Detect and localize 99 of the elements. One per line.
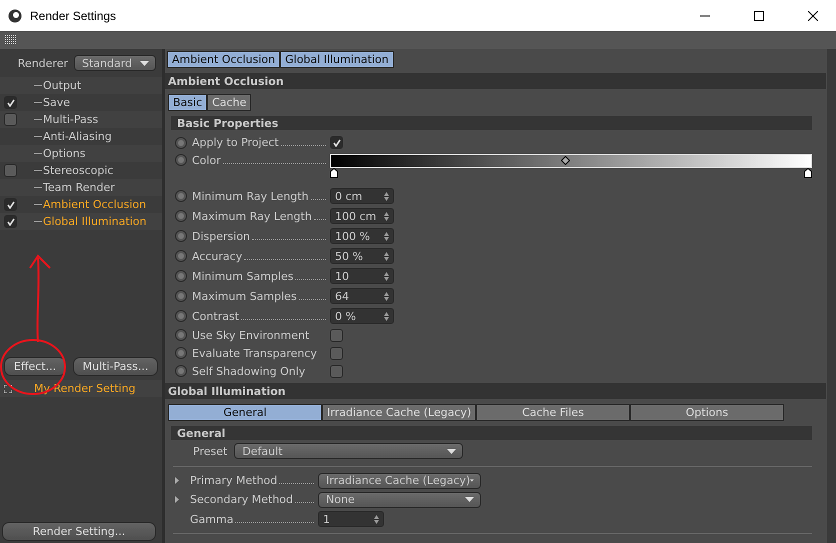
- checkbox[interactable]: [4, 215, 17, 228]
- check-icon: [6, 200, 14, 208]
- settings-list-item[interactable]: Options: [0, 145, 162, 162]
- checkbox[interactable]: [330, 328, 343, 342]
- keyframe-icon[interactable]: [175, 250, 187, 262]
- maximize-icon: [754, 10, 764, 20]
- effect-button[interactable]: Effect...: [4, 357, 66, 376]
- field-label: Dispersion: [192, 230, 250, 242]
- number-field[interactable]: 0 cm: [330, 188, 394, 204]
- settings-list-item[interactable]: Multi-Pass: [0, 111, 162, 128]
- renderer-label: Renderer: [18, 56, 68, 70]
- check-icon: [6, 218, 14, 226]
- render-setting-button[interactable]: Render Setting...: [2, 522, 156, 541]
- expand-icon[interactable]: [4, 384, 12, 392]
- number-field[interactable]: 1: [318, 511, 384, 527]
- checkbox[interactable]: [330, 346, 343, 360]
- number-field[interactable]: 10: [330, 268, 394, 284]
- checkbox[interactable]: [330, 136, 343, 149]
- settings-list-item[interactable]: Output: [0, 77, 162, 94]
- keyframe-icon[interactable]: [175, 290, 187, 302]
- caret-icon: [465, 497, 474, 502]
- tab[interactable]: Irradiance Cache (Legacy): [322, 404, 476, 421]
- close-icon: [808, 10, 818, 20]
- number-field[interactable]: 0 %: [330, 308, 394, 324]
- settings-list-item[interactable]: Global Illumination: [0, 213, 162, 230]
- field-label: Primary Method: [190, 474, 278, 487]
- preset-label: Preset: [193, 444, 228, 458]
- section-tab[interactable]: Global Illumination: [280, 51, 394, 68]
- section-header: Ambient Occlusion: [165, 73, 826, 89]
- field-label: Maximum Samples: [192, 290, 297, 302]
- section-header: Global Illumination: [165, 383, 826, 399]
- app-icon: [8, 8, 22, 22]
- settings-list-item[interactable]: Team Render: [0, 179, 162, 196]
- tab[interactable]: Options: [630, 404, 784, 421]
- tab[interactable]: General: [168, 404, 322, 421]
- field-label: Minimum Ray Length: [192, 190, 309, 202]
- spin-arrows-icon[interactable]: [384, 192, 389, 200]
- window-title: Render Settings: [30, 8, 118, 22]
- color-gradient[interactable]: [330, 154, 812, 180]
- spin-arrows-icon[interactable]: [374, 514, 379, 524]
- number-field[interactable]: 100 cm: [330, 208, 394, 224]
- expand-arrow-icon[interactable]: [175, 496, 179, 503]
- spin-arrows-icon[interactable]: [384, 212, 389, 220]
- scrollbar[interactable]: [827, 49, 836, 543]
- check-icon: [332, 138, 340, 146]
- renderer-dropdown[interactable]: Standard: [74, 55, 156, 71]
- field-label: Use Sky Environment: [192, 328, 310, 342]
- field-label: Gamma: [190, 512, 234, 526]
- spin-arrows-icon[interactable]: [384, 232, 389, 240]
- method-dropdown[interactable]: Irradiance Cache (Legacy): [318, 472, 481, 488]
- section-tab[interactable]: Ambient Occlusion: [167, 51, 280, 68]
- field-label: Secondary Method: [190, 493, 294, 506]
- caret-icon: [447, 448, 456, 454]
- keyframe-icon[interactable]: [175, 365, 187, 377]
- grip-icon[interactable]: [5, 35, 17, 45]
- spin-arrows-icon[interactable]: [384, 272, 389, 280]
- field-label: Maximum Ray Length: [192, 210, 312, 222]
- spin-arrows-icon[interactable]: [384, 252, 389, 260]
- keyframe-icon[interactable]: [175, 270, 187, 282]
- method-dropdown[interactable]: None: [318, 492, 481, 508]
- multi-pass-button[interactable]: Multi-Pass...: [73, 357, 158, 376]
- keyframe-icon[interactable]: [175, 310, 187, 322]
- checkbox[interactable]: [4, 198, 17, 211]
- check-icon: [6, 98, 14, 106]
- checkbox[interactable]: [4, 96, 17, 109]
- field-label: Contrast: [192, 310, 240, 322]
- field-label: Evaluate Transparency: [192, 346, 317, 360]
- keyframe-icon[interactable]: [175, 190, 187, 202]
- tab[interactable]: Cache: [207, 94, 252, 111]
- field-label: Minimum Samples: [192, 270, 294, 282]
- field-label: Color: [192, 154, 221, 167]
- number-field[interactable]: 50 %: [330, 248, 394, 264]
- caret-icon: [140, 60, 149, 66]
- checkbox[interactable]: [330, 364, 343, 378]
- field-label: Accuracy: [192, 250, 242, 262]
- expand-arrow-icon[interactable]: [175, 477, 179, 484]
- tab[interactable]: Basic: [168, 94, 208, 111]
- keyframe-icon[interactable]: [175, 136, 187, 148]
- number-field[interactable]: 100 %: [330, 228, 394, 244]
- group-header: General: [171, 426, 812, 440]
- color-stop-icon[interactable]: [804, 168, 812, 178]
- keyframe-icon[interactable]: [175, 210, 187, 222]
- checkbox[interactable]: [4, 164, 17, 177]
- keyframe-icon[interactable]: [175, 347, 187, 359]
- group-header: Basic Properties: [171, 116, 812, 130]
- checkbox[interactable]: [4, 113, 17, 126]
- number-field[interactable]: 64: [330, 288, 394, 304]
- caret-icon: [470, 478, 474, 483]
- spin-arrows-icon[interactable]: [384, 292, 389, 300]
- gradient-knot-icon[interactable]: [561, 156, 570, 165]
- color-stop-icon[interactable]: [330, 168, 338, 178]
- spin-arrows-icon[interactable]: [384, 312, 389, 320]
- keyframe-icon[interactable]: [175, 329, 187, 341]
- field-label: Apply to Project: [192, 136, 279, 149]
- field-label: Self Shadowing Only: [192, 364, 306, 378]
- tab[interactable]: Cache Files: [476, 404, 630, 421]
- keyframe-icon[interactable]: [175, 230, 187, 242]
- keyframe-icon[interactable]: [175, 154, 187, 166]
- preset-dropdown[interactable]: Default: [234, 443, 464, 459]
